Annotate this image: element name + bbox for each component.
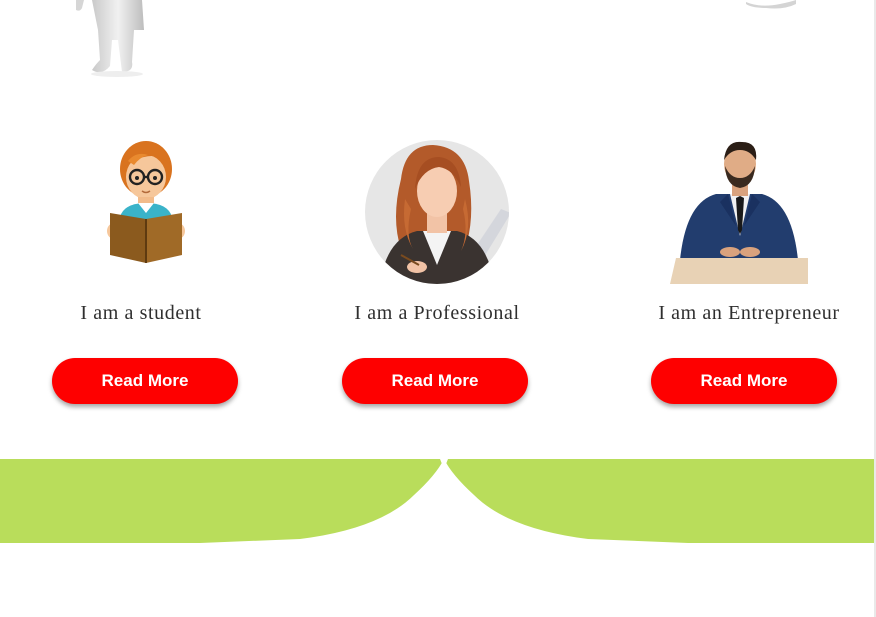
card-caption: I am a student xyxy=(80,302,202,324)
partial-figure-image xyxy=(746,0,796,9)
button-label: Read More xyxy=(700,371,788,390)
read-more-professional-button[interactable]: Read More xyxy=(342,358,528,404)
green-wave-divider xyxy=(0,459,876,543)
entrepreneur-man-icon xyxy=(670,141,808,284)
read-more-entrepreneur-button[interactable]: Read More xyxy=(651,358,837,404)
student-reading-icon xyxy=(107,141,185,263)
button-label: Read More xyxy=(101,371,189,390)
card-caption: I am an Entrepreneur xyxy=(658,302,840,324)
professional-woman-icon xyxy=(365,140,509,284)
person-figure-image xyxy=(76,0,144,77)
card-caption: I am a Professional xyxy=(354,302,520,324)
read-more-student-button[interactable]: Read More xyxy=(52,358,238,404)
button-label: Read More xyxy=(391,371,479,390)
